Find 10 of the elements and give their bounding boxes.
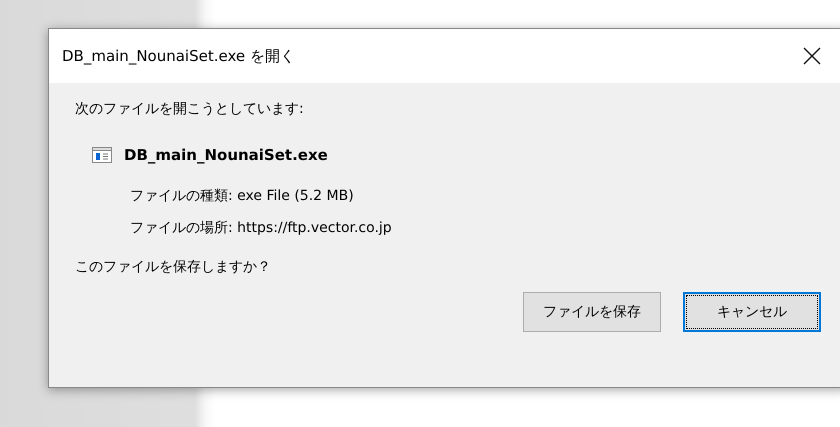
cancel-button[interactable]: キャンセル <box>683 292 821 332</box>
question-text: このファイルを保存しますか？ <box>75 258 272 277</box>
close-icon[interactable] <box>803 47 821 65</box>
application-icon <box>92 147 112 163</box>
window-title: DB_main_NounaiSet.exe を開く <box>62 46 296 66</box>
save-file-button[interactable]: ファイルを保存 <box>523 292 661 332</box>
file-name: DB_main_NounaiSet.exe <box>124 146 328 164</box>
detail-text: ファイルの種類: exe File (5.2 MB) <box>130 187 354 205</box>
intro-text: 次のファイルを開こうとしています: <box>75 100 305 119</box>
detail-text: ファイルの場所: https://ftp.vector.co.jp <box>130 219 392 237</box>
